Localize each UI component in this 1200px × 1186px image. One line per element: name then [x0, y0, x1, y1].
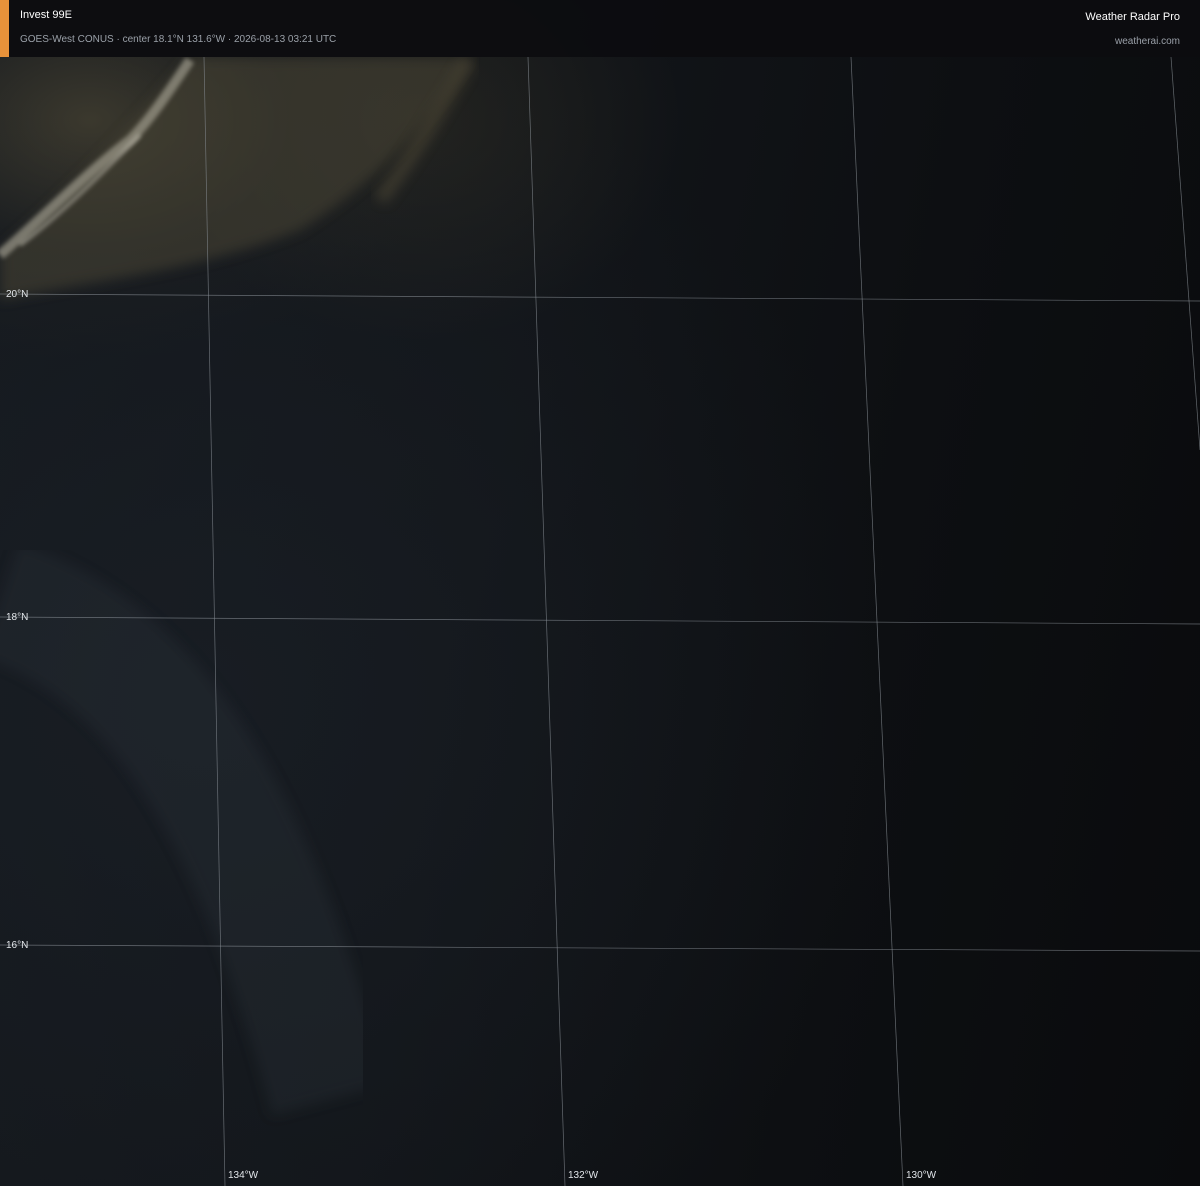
- longitude-line-128w: [1170, 56, 1200, 451]
- header-accent-stripe: [0, 0, 9, 57]
- storm-name: Invest 99E: [20, 9, 72, 21]
- latitude-label-18n: 18°N: [6, 612, 29, 623]
- storm-subtitle: GOES-West CONUS · center 18.1°N 131.6°W …: [20, 34, 337, 45]
- header-bar: Invest 99E GOES-West CONUS · center 18.1…: [0, 0, 1200, 57]
- lat-lon-grid: [0, 56, 1200, 1186]
- latitude-label-20n: 20°N: [6, 289, 29, 300]
- longitude-label-134w: 134°W: [228, 1170, 259, 1181]
- brand-name: Weather Radar Pro: [1085, 11, 1180, 23]
- latitude-line-16n: [0, 944, 1200, 952]
- brand-url-link[interactable]: weatherai.com: [1115, 36, 1180, 47]
- longitude-label-132w: 132°W: [568, 1170, 599, 1181]
- latitude-line-20n: [0, 293, 1200, 302]
- longitude-line-130w: [850, 56, 904, 1186]
- longitude-line-134w: [203, 56, 226, 1186]
- latitude-line-18n: [0, 616, 1200, 625]
- longitude-line-132w: [527, 56, 566, 1186]
- satellite-viewer[interactable]: 20°N 18°N 16°N 134°W 132°W 130°W Invest …: [0, 0, 1200, 1186]
- longitude-label-130w: 130°W: [906, 1170, 937, 1181]
- latitude-label-16n: 16°N: [6, 940, 29, 951]
